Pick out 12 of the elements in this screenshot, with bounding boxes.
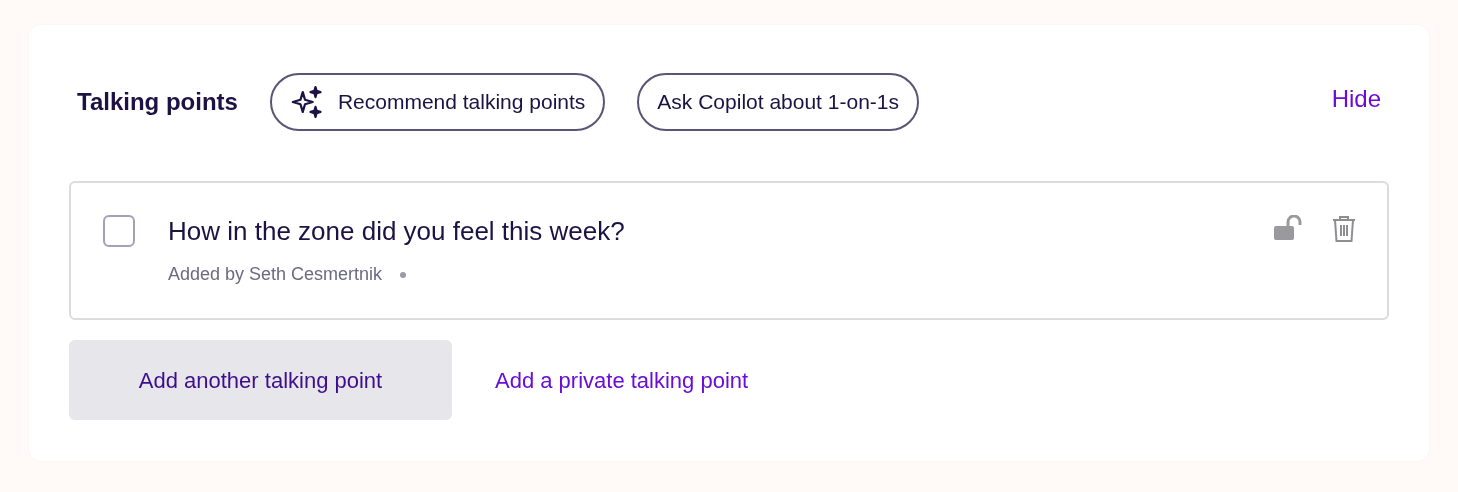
unlocked-padlock-icon[interactable]: [1273, 215, 1305, 241]
recommend-button[interactable]: Recommend talking points: [269, 73, 606, 131]
talking-point-text: How in the zone did you feel this week?: [168, 215, 625, 247]
add-private-link[interactable]: Add a private talking point: [495, 363, 749, 397]
sparkles-icon: [289, 85, 324, 119]
add-talking-point-button[interactable]: Add another talking point: [69, 340, 452, 420]
ask-button[interactable]: Ask Copilot about 1-on-1s: [637, 73, 919, 131]
added-by-text: Added by Seth Cesmertnik: [168, 263, 383, 286]
checkbox[interactable]: [103, 215, 135, 247]
hide-link[interactable]: Hide: [1331, 81, 1381, 117]
trash-icon[interactable]: [1331, 215, 1357, 243]
section-title: Talking points: [77, 87, 238, 117]
